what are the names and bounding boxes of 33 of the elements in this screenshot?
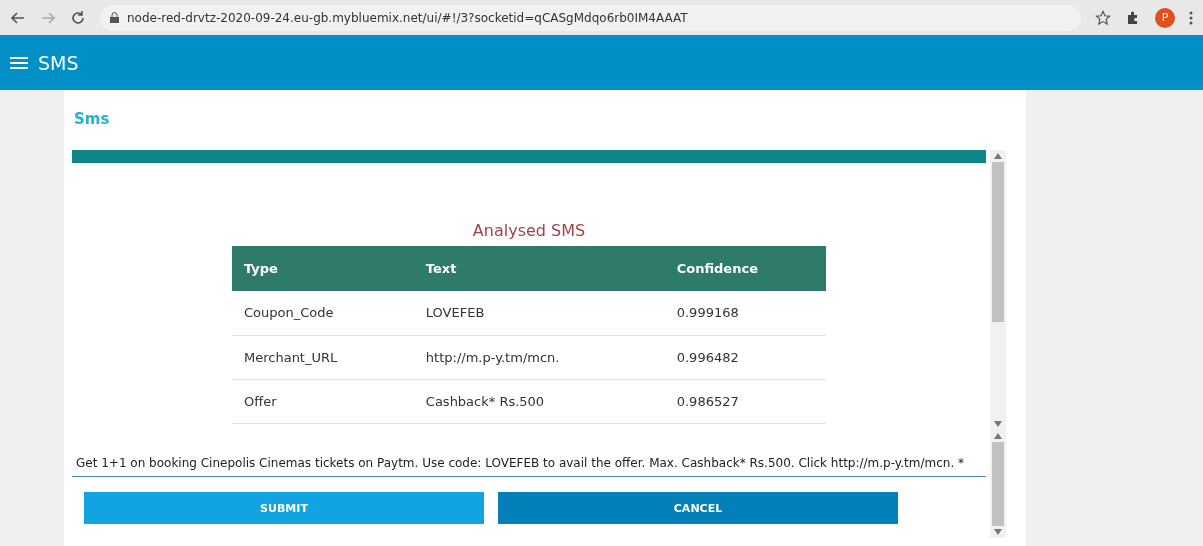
header-title: SMS <box>38 51 79 74</box>
column-header: Text <box>413 246 665 291</box>
submit-button[interactable]: SUBMIT <box>84 492 484 524</box>
scrollbar[interactable] <box>990 430 1006 538</box>
table-cell: Coupon_Code <box>232 291 414 335</box>
table-cell: Cashback* Rs.500 <box>413 379 665 423</box>
menu-icon[interactable] <box>10 55 28 70</box>
scroll-down-icon[interactable] <box>994 529 1002 535</box>
table-cell: 0.986527 <box>664 379 826 423</box>
sms-input-field[interactable]: Get 1+1 on booking Cinepolis Cinemas tickets on Paytm. Use code: LOVEFEB to avail the offer. Max. Cashback* Rs.500. Click http://m.p-y.tm/mcn. * <box>72 450 986 477</box>
table-cell: LOVEFEB <box>413 291 665 335</box>
column-header: Confidence <box>664 246 826 291</box>
table-cell: http://m.p-y.tm/mcn. <box>413 335 665 379</box>
cancel-button[interactable]: CANCEL <box>498 492 898 524</box>
card-title: Sms <box>73 110 111 128</box>
reload-icon[interactable] <box>70 9 86 26</box>
back-icon[interactable] <box>10 9 26 26</box>
scrollbar[interactable] <box>990 150 1006 430</box>
scroll-down-icon[interactable] <box>994 421 1002 427</box>
table-cell: 0.996482 <box>664 335 826 379</box>
more-icon[interactable] <box>1189 10 1193 25</box>
column-header: Type <box>232 246 414 291</box>
url-text: node-red-drvtz-2020-09-24.eu-gb.mybluemix.net/ui/#!/3?socketid=qCASgMdqo6rb0IM4AAAT <box>127 10 688 25</box>
lock-icon <box>110 12 119 23</box>
star-icon[interactable] <box>1095 9 1111 26</box>
table-cell: Offer <box>232 379 414 423</box>
scroll-up-icon[interactable] <box>994 153 1002 159</box>
scroll-up-icon[interactable] <box>994 433 1002 439</box>
table-cell: 0.999168 <box>664 291 826 335</box>
table-cell: Merchant_URL <box>232 335 414 379</box>
address-bar[interactable]: node-red-drvtz-2020-09-24.eu-gb.mybluemix.net/ui/#!/3?socketid=qCASgMdqo6rb0IM4AAAT <box>100 4 1081 31</box>
table-title: Analysed SMS <box>472 221 586 240</box>
profile-avatar[interactable]: P <box>1155 7 1175 28</box>
